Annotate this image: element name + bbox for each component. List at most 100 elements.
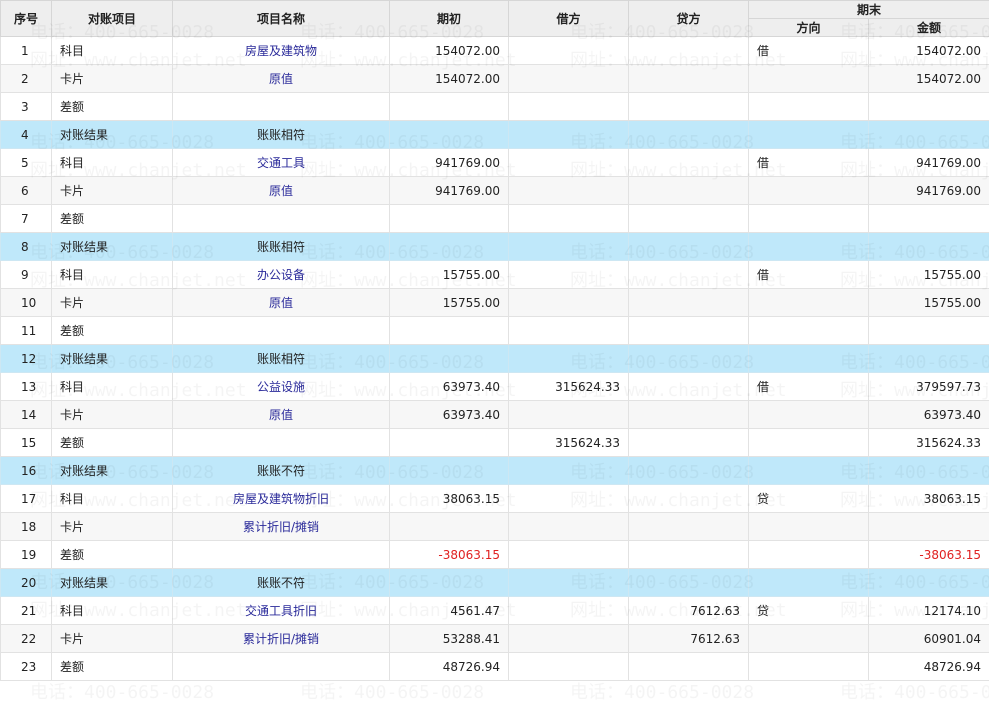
opening-cell: 63973.40	[389, 372, 509, 401]
result-row[interactable]: 4 对账结果 账账相符	[0, 120, 989, 149]
direction-cell	[748, 232, 869, 261]
table-row[interactable]: 15 差额 315624.33 315624.33	[0, 428, 989, 457]
debit-cell	[508, 204, 629, 233]
opening-cell: 38063.15	[389, 484, 509, 513]
amount-cell	[867, 92, 989, 121]
result-row[interactable]: 16 对账结果 账账不符	[0, 456, 989, 485]
opening-cell: 48726.94	[389, 652, 509, 681]
header-name[interactable]: 项目名称	[172, 0, 390, 37]
credit-cell	[628, 120, 749, 149]
seq-cell: 19	[0, 540, 52, 569]
item-cell: 卡片	[51, 176, 173, 205]
header-item[interactable]: 对账项目	[51, 0, 173, 37]
item-cell: 卡片	[51, 512, 173, 541]
direction-cell	[748, 568, 869, 597]
amount-cell: 15755.00	[867, 260, 989, 289]
item-cell: 卡片	[51, 624, 173, 653]
amount-cell	[867, 344, 989, 373]
direction-cell	[748, 64, 869, 93]
seq-cell: 14	[0, 400, 52, 429]
direction-cell: 贷	[748, 484, 869, 513]
result-row[interactable]: 8 对账结果 账账相符	[0, 232, 989, 261]
header-amount[interactable]: 金额	[867, 18, 989, 37]
result-row[interactable]: 20 对账结果 账账不符	[0, 568, 989, 597]
seq-cell: 5	[0, 148, 52, 177]
item-cell: 卡片	[51, 64, 173, 93]
debit-cell	[508, 36, 629, 65]
item-cell: 对账结果	[51, 232, 173, 261]
table-header: 序号 对账项目 项目名称 期初 借方 贷方 期末 方向 金额	[0, 0, 989, 37]
table-row[interactable]: 11 差额	[0, 316, 989, 345]
debit-cell	[508, 344, 629, 373]
item-cell: 科目	[51, 484, 173, 513]
table-row[interactable]: 7 差额	[0, 204, 989, 233]
opening-cell	[389, 344, 509, 373]
direction-cell: 贷	[748, 596, 869, 625]
direction-cell	[748, 652, 869, 681]
opening-cell: 941769.00	[389, 176, 509, 205]
table-row[interactable]: 23 差额 48726.94 48726.94	[0, 652, 989, 681]
seq-cell: 23	[0, 652, 52, 681]
debit-cell	[508, 540, 629, 569]
table-row[interactable]: 22 卡片 累计折旧/摊销 53288.41 7612.63 60901.04	[0, 624, 989, 653]
table-row[interactable]: 3 差额	[0, 92, 989, 121]
debit-cell	[508, 596, 629, 625]
opening-cell	[389, 568, 509, 597]
table-row[interactable]: 21 科目 交通工具折旧 4561.47 7612.63 贷 12174.10	[0, 596, 989, 625]
amount-cell: 941769.00	[867, 176, 989, 205]
item-cell: 科目	[51, 36, 173, 65]
opening-cell: 53288.41	[389, 624, 509, 653]
header-debit[interactable]: 借方	[508, 0, 629, 37]
credit-cell: 7612.63	[628, 596, 749, 625]
amount-cell: 941769.00	[867, 148, 989, 177]
header-credit[interactable]: 贷方	[628, 0, 749, 37]
name-cell: 办公设备	[172, 260, 390, 289]
amount-cell	[867, 316, 989, 345]
table-row[interactable]: 17 科目 房屋及建筑物折旧 38063.15 贷 38063.15	[0, 484, 989, 513]
item-cell: 卡片	[51, 288, 173, 317]
credit-cell	[628, 232, 749, 261]
table-row[interactable]: 9 科目 办公设备 15755.00 借 15755.00	[0, 260, 989, 289]
direction-cell	[748, 344, 869, 373]
credit-cell	[628, 652, 749, 681]
table-row[interactable]: 13 科目 公益设施 63973.40 315624.33 借 379597.73	[0, 372, 989, 401]
opening-cell	[389, 204, 509, 233]
name-cell	[172, 92, 390, 121]
debit-cell	[508, 64, 629, 93]
table-row[interactable]: 14 卡片 原值 63973.40 63973.40	[0, 400, 989, 429]
header-direction[interactable]: 方向	[748, 18, 869, 37]
item-cell: 科目	[51, 372, 173, 401]
watermark-phone: 电话：400-665-0028	[300, 678, 484, 702]
direction-cell	[748, 316, 869, 345]
amount-cell: 60901.04	[867, 624, 989, 653]
credit-cell	[628, 568, 749, 597]
name-cell: 账账相符	[172, 120, 390, 149]
amount-cell: 379597.73	[867, 372, 989, 401]
table-row[interactable]: 1 科目 房屋及建筑物 154072.00 借 154072.00	[0, 36, 989, 65]
amount-cell	[867, 232, 989, 261]
amount-cell: 48726.94	[867, 652, 989, 681]
header-seq[interactable]: 序号	[0, 0, 52, 37]
amount-cell: 38063.15	[867, 484, 989, 513]
debit-cell	[508, 260, 629, 289]
name-cell: 房屋及建筑物	[172, 36, 390, 65]
credit-cell	[628, 288, 749, 317]
table-row[interactable]: 18 卡片 累计折旧/摊销	[0, 512, 989, 541]
opening-cell	[389, 316, 509, 345]
table-row[interactable]: 6 卡片 原值 941769.00 941769.00	[0, 176, 989, 205]
item-cell: 差额	[51, 92, 173, 121]
table-row[interactable]: 2 卡片 原值 154072.00 154072.00	[0, 64, 989, 93]
table-row[interactable]: 19 差额 -38063.15 -38063.15	[0, 540, 989, 569]
credit-cell	[628, 344, 749, 373]
opening-cell	[389, 512, 509, 541]
name-cell: 交通工具折旧	[172, 596, 390, 625]
seq-cell: 16	[0, 456, 52, 485]
table-row[interactable]: 10 卡片 原值 15755.00 15755.00	[0, 288, 989, 317]
header-opening[interactable]: 期初	[389, 0, 509, 37]
table-row[interactable]: 5 科目 交通工具 941769.00 借 941769.00	[0, 148, 989, 177]
item-cell: 科目	[51, 260, 173, 289]
result-row[interactable]: 12 对账结果 账账相符	[0, 344, 989, 373]
amount-cell	[867, 512, 989, 541]
amount-cell	[867, 120, 989, 149]
amount-cell	[867, 456, 989, 485]
